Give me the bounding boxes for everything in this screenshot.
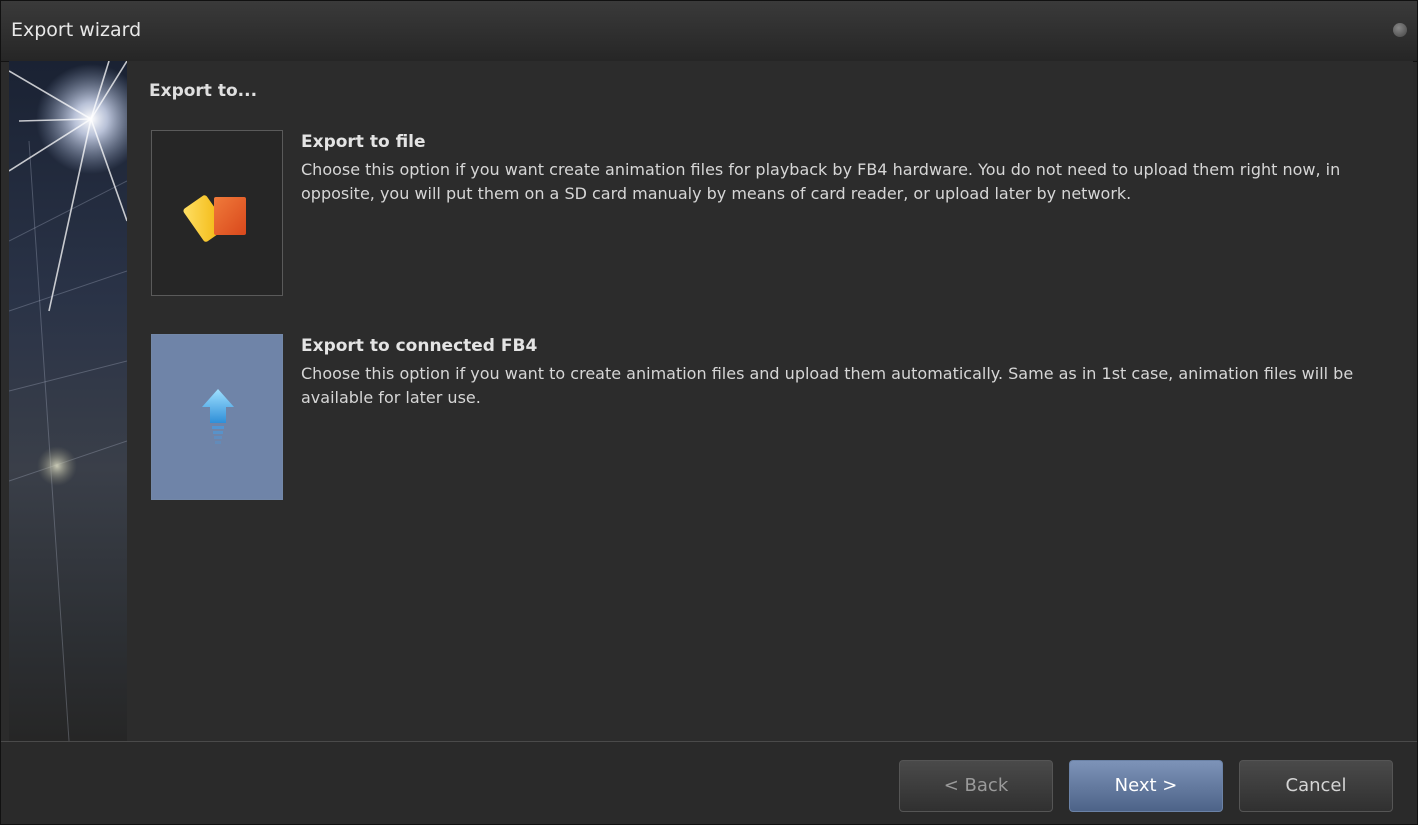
window-control-icon[interactable] — [1393, 23, 1407, 37]
next-button[interactable]: Next > — [1069, 760, 1223, 812]
page-heading: Export to... — [149, 81, 258, 101]
option-description: Choose this option if you want create an… — [301, 160, 1341, 203]
option-title: Export to connected FB4 — [301, 336, 538, 356]
option-icon-box[interactable] — [151, 130, 283, 296]
back-button[interactable]: < Back — [899, 760, 1053, 812]
file-cards-icon — [183, 195, 246, 242]
title-bar[interactable]: Export wizard — [1, 1, 1417, 62]
option-title: Export to file — [301, 132, 426, 152]
upload-arrow-icon — [202, 389, 234, 444]
export-wizard-window: Export wizard Export to... Export to fil… — [0, 0, 1418, 825]
cancel-button[interactable]: Cancel — [1239, 760, 1393, 812]
window-title: Export wizard — [11, 19, 142, 41]
wizard-footer: < Back Next > Cancel — [1, 741, 1417, 824]
option-export-to-file[interactable]: Export to file Choose this option if you… — [151, 130, 1391, 298]
side-banner-image — [9, 61, 127, 741]
starburst-graphic — [9, 61, 127, 741]
option-export-to-fb4[interactable]: Export to connected FB4 Choose this opti… — [151, 334, 1391, 502]
option-icon-box-selected[interactable] — [151, 334, 283, 500]
wizard-content: Export to... Export to file Choose this … — [127, 61, 1413, 741]
option-description: Choose this option if you want to create… — [301, 364, 1354, 407]
